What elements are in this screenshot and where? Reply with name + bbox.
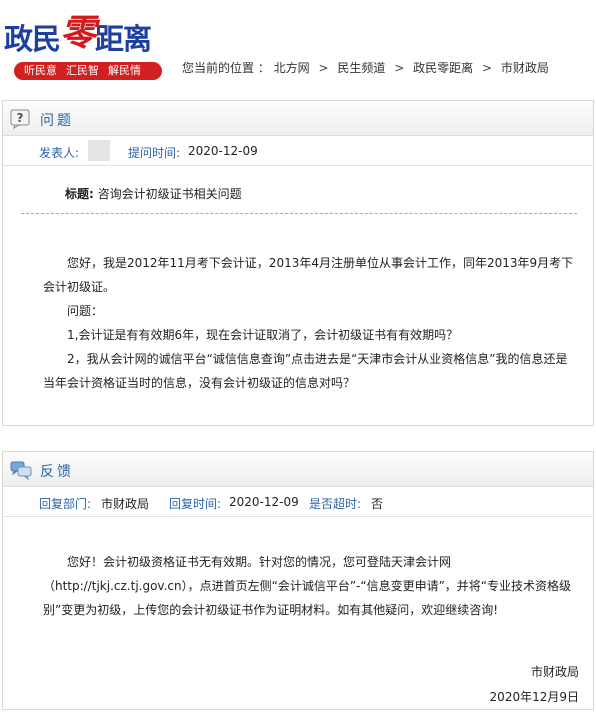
feedback-signature: 市财政局 — [530, 665, 579, 679]
poster-label: 发表人: — [39, 146, 80, 160]
question-topic: 标题: 咨询会计初级证书相关问题 — [65, 185, 242, 202]
breadcrumb-separator: > — [481, 61, 493, 75]
svg-text:?: ? — [17, 111, 24, 125]
dashed-divider — [21, 213, 577, 214]
logo-title: 政民零距离 — [4, 8, 152, 60]
question-body: 您好，我是2012年11月考下会计证，2013年4月注册单位从事会计工作，同年2… — [43, 251, 577, 395]
question-paragraph: 1,会计证是有有效期6年，现在会计证取消了，会计初级证书有有效期吗？ — [67, 328, 459, 342]
logo-tag: 解民情 — [108, 64, 141, 77]
question-panel: ? 问题 发表人: 提问时间: 2020-12-09 标题: 咨询会计初级证书相… — [2, 100, 594, 426]
question-mark-icon: ? — [10, 109, 32, 132]
breadcrumb-separator: > — [318, 61, 329, 75]
logo-tag: 汇民智 — [66, 64, 99, 77]
overdue-label: 是否超时: — [309, 497, 362, 511]
ask-time-label: 提问时间: — [128, 146, 181, 160]
breadcrumb-prefix: 您当前的位置 ： — [182, 61, 270, 75]
reply-time-value: 2020-12-09 — [229, 495, 299, 509]
feedback-section-title: 反馈 — [40, 464, 74, 480]
logo-text-1: 政民 — [4, 22, 61, 56]
feedback-panel-header: 反馈 — [3, 452, 593, 487]
breadcrumb: 您当前的位置 ： 北方网 > 民生频道 > 政民零距离 > 市财政局 — [182, 59, 549, 76]
logo-tag: 听民意 — [24, 64, 57, 77]
feedback-body: 您好！会计初级资格证书无有效期。针对您的情况，您可登陆天津会计网（http://… — [43, 550, 577, 622]
breadcrumb-item-beifang[interactable]: 北方网 — [274, 61, 310, 75]
question-panel-header: ? 问题 — [3, 101, 593, 136]
breadcrumb-separator: > — [394, 61, 405, 75]
breadcrumb-item-zhengmin[interactable]: 政民零距离 — [413, 61, 473, 75]
logo-text-3: 距离 — [95, 22, 152, 56]
reply-time-label: 回复时间: — [169, 497, 222, 511]
feedback-meta-row: 回复部门: 市财政局 回复时间: 2020-12-09 是否超时: 否 — [3, 487, 593, 517]
overdue-value: 否 — [371, 497, 384, 511]
topic-value: 咨询会计初级证书相关问题 — [97, 187, 242, 201]
breadcrumb-item-caizheng[interactable]: 市财政局 — [501, 61, 549, 75]
reply-dept-value: 市财政局 — [101, 497, 150, 511]
page-header: 政民零距离 听民意 汇民智 解民情 您当前的位置 ： 北方网 > 民生频道 > 政民… — [0, 0, 596, 90]
zhengmin-logo[interactable]: 政民零距离 听民意 汇民智 解民情 — [4, 6, 164, 80]
ask-time-value: 2020-12-09 — [188, 144, 258, 158]
logo-tag-bar: 听民意 汇民智 解民情 — [14, 62, 162, 80]
feedback-panel: 反馈 回复部门: 市财政局 回复时间: 2020-12-09 是否超时: 否 您… — [2, 451, 594, 710]
question-paragraph: 问题： — [67, 304, 104, 318]
logo-text-2: 零 — [60, 12, 96, 54]
question-paragraph: 2，我从会计网的诚信平台“诚信信息查询”点击进去是“天津市会计从业资格信息”我的… — [43, 352, 568, 390]
feedback-paragraph: 您好！会计初级资格证书无有效期。针对您的情况，您可登陆天津会计网（http://… — [43, 555, 572, 617]
breadcrumb-item-minsheng[interactable]: 民生频道 — [337, 61, 385, 75]
question-paragraph: 您好，我是2012年11月考下会计证，2013年4月注册单位从事会计工作，同年2… — [43, 256, 574, 294]
question-section-title: 问题 — [40, 113, 74, 129]
question-meta-row: 发表人: 提问时间: 2020-12-09 — [3, 136, 593, 166]
reply-dept-label: 回复部门: — [39, 497, 92, 511]
poster-name-redacted — [88, 140, 110, 161]
topic-label: 标题: — [65, 187, 94, 201]
chat-bubbles-icon — [10, 460, 32, 483]
feedback-date: 2020年12月9日 — [489, 690, 579, 704]
